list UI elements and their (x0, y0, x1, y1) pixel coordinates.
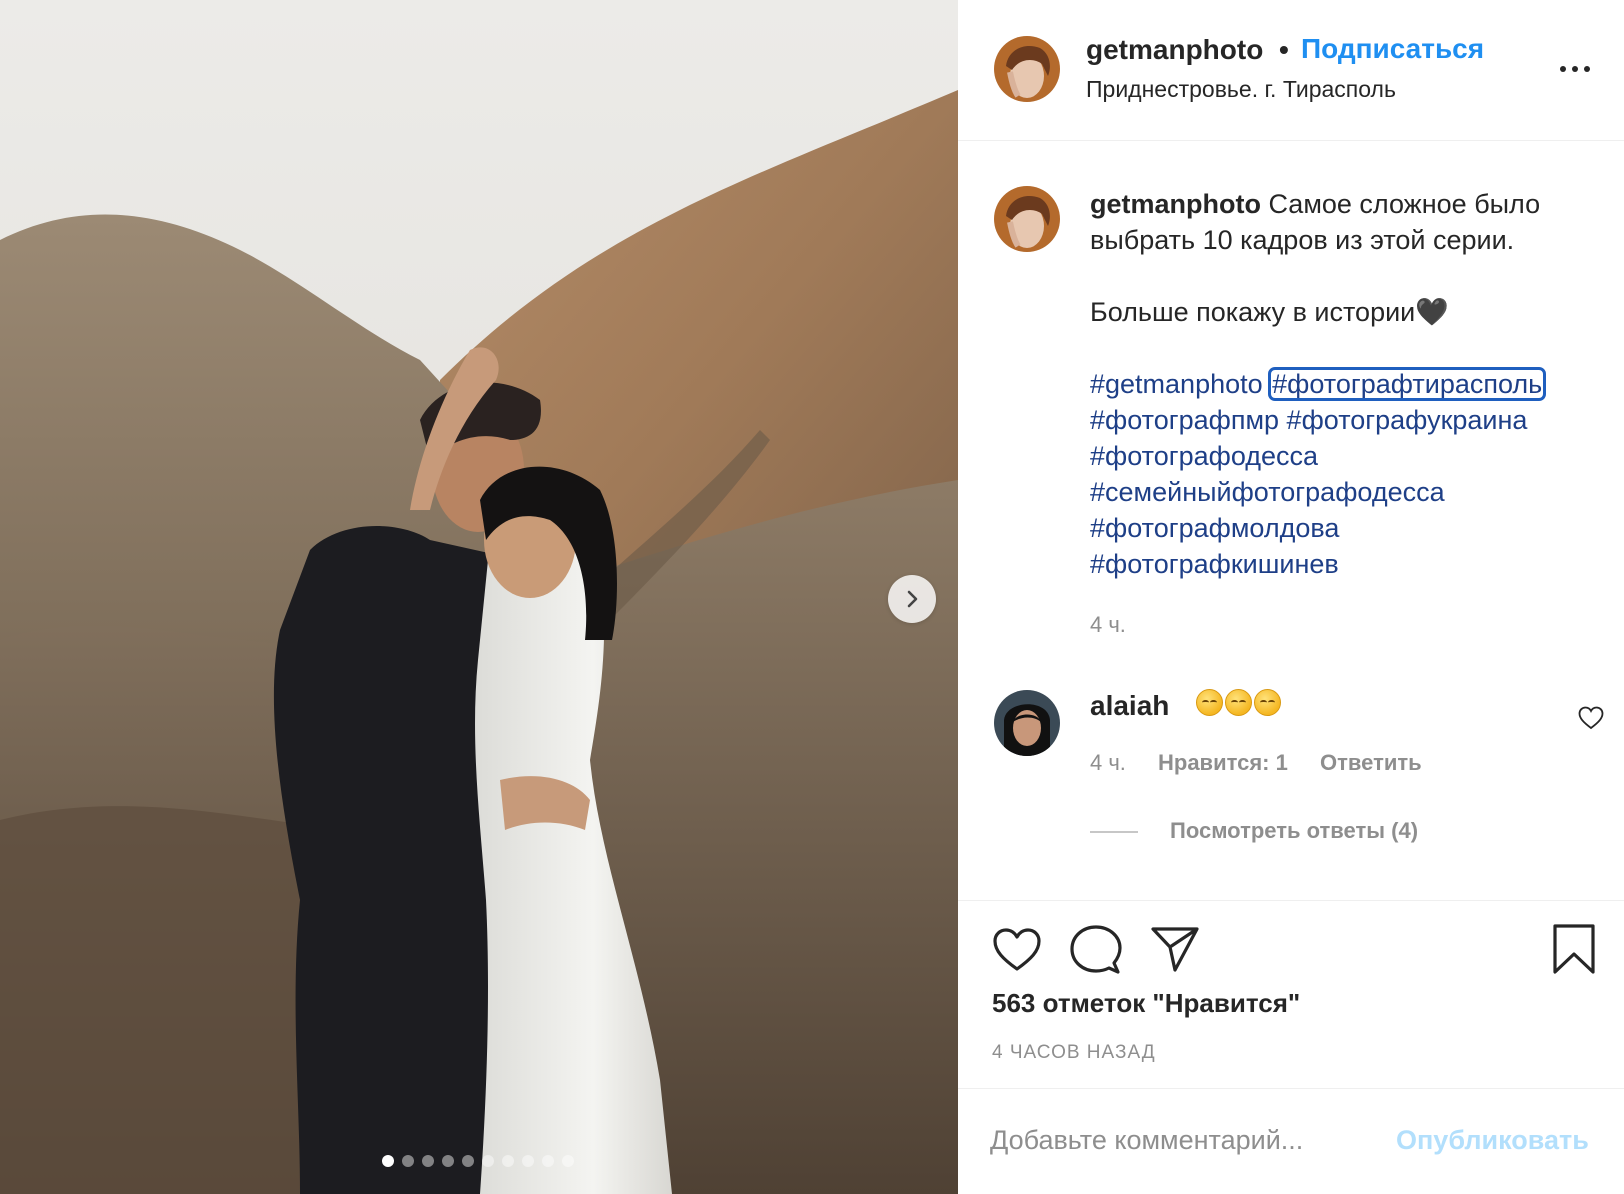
more-options-button[interactable] (1560, 56, 1590, 82)
carousel-dot (462, 1155, 474, 1167)
likes-count[interactable]: 563 отметок "Нравится" (992, 988, 1300, 1019)
author-username[interactable]: getmanphoto (1086, 34, 1263, 66)
post-caption: getmanphoto Самое сложное было выбрать 1… (1090, 186, 1590, 582)
like-button[interactable] (992, 927, 1042, 978)
carousel-dot (422, 1155, 434, 1167)
next-photo-button[interactable] (888, 575, 936, 623)
post-side-panel: getmanphoto • Подписаться Приднестровье.… (958, 0, 1624, 1194)
smiling-relieved-face-emoji (1225, 689, 1252, 716)
commenter-username[interactable]: alaiah (1090, 690, 1169, 722)
comment-input[interactable] (990, 1115, 1380, 1165)
post-photo[interactable] (0, 0, 958, 1194)
comment-button[interactable] (1070, 925, 1122, 980)
post-header: getmanphoto • Подписаться Приднестровье.… (958, 0, 1624, 141)
commenter-avatar-image (994, 690, 1060, 756)
follow-button[interactable]: Подписаться (1301, 33, 1484, 65)
author-avatar-image (994, 36, 1060, 102)
smiling-relieved-face-emoji (1254, 689, 1281, 716)
hashtag-link[interactable]: #фотографпмр (1090, 405, 1279, 435)
post-location[interactable]: Приднестровье. г. Тирасполь (1086, 76, 1396, 103)
paper-plane-icon (1151, 927, 1199, 972)
more-horizontal-icon (1560, 66, 1566, 72)
instagram-post: getmanphoto • Подписаться Приднестровье.… (0, 0, 1624, 1194)
carousel-dot (522, 1155, 534, 1167)
caption-hashtags: #getmanphoto #фотографтирасполь #фотогра… (1090, 366, 1590, 582)
heart-icon (993, 928, 1041, 971)
hashtag-link[interactable]: #фотографукраина (1287, 405, 1528, 435)
replies-divider (1090, 831, 1138, 833)
carousel-indicator (382, 1155, 574, 1167)
caption-author-avatar[interactable] (994, 186, 1060, 252)
caption-text: getmanphoto Самое сложное было выбрать 1… (1090, 186, 1590, 258)
couple-in-mountains-photo (0, 0, 958, 1194)
carousel-dot (382, 1155, 394, 1167)
heart-outline-icon (1578, 706, 1604, 730)
carousel-dot (482, 1155, 494, 1167)
publish-comment-button[interactable]: Опубликовать (1396, 1125, 1589, 1156)
carousel-dot (402, 1155, 414, 1167)
comment-bubble-icon (1070, 925, 1122, 974)
carousel-dot (442, 1155, 454, 1167)
author-avatar-image (994, 186, 1060, 252)
bookmark-icon (1553, 924, 1595, 974)
more-horizontal-icon (1572, 66, 1578, 72)
caption-line-2: Больше покажу в истории🖤 (1090, 297, 1449, 327)
carousel-dot (542, 1155, 554, 1167)
post-time-ago[interactable]: 4 часов назад (992, 1042, 1156, 1064)
hashtag-link[interactable]: #фотографодесса (1090, 441, 1318, 471)
add-comment-bar: Опубликовать (958, 1088, 1624, 1194)
hashtag-link[interactable]: #семейныйфотографодесса (1090, 477, 1445, 507)
smiling-relieved-face-emoji (1196, 689, 1223, 716)
like-comment-button[interactable] (1578, 706, 1604, 735)
carousel-dot (502, 1155, 514, 1167)
more-horizontal-icon (1584, 66, 1590, 72)
save-button[interactable] (1552, 923, 1596, 980)
author-avatar[interactable] (994, 36, 1060, 102)
comment-text (1196, 689, 1281, 716)
view-replies-button[interactable]: Посмотреть ответы (4) (1170, 818, 1418, 844)
comment-likes-count[interactable]: Нравится: 1 (1158, 750, 1288, 776)
carousel-dot (562, 1155, 574, 1167)
caption-timestamp: 4 ч. (1090, 612, 1126, 637)
hashtag-link[interactable]: #getmanphoto (1090, 369, 1263, 399)
header-separator: • (1279, 34, 1289, 65)
commenter-avatar[interactable] (994, 690, 1060, 756)
hashtag-link[interactable]: #фотографмолдова (1090, 513, 1339, 543)
caption-username[interactable]: getmanphoto (1090, 189, 1261, 219)
reply-button[interactable]: Ответить (1320, 750, 1422, 776)
hashtag-link[interactable]: #фотографкишинев (1090, 549, 1339, 579)
chevron-right-icon (907, 590, 918, 608)
share-button[interactable] (1150, 925, 1200, 978)
hashtag-link-focused[interactable]: #фотографтирасполь (1268, 367, 1547, 401)
comment-timestamp: 4 ч. (1090, 750, 1126, 775)
